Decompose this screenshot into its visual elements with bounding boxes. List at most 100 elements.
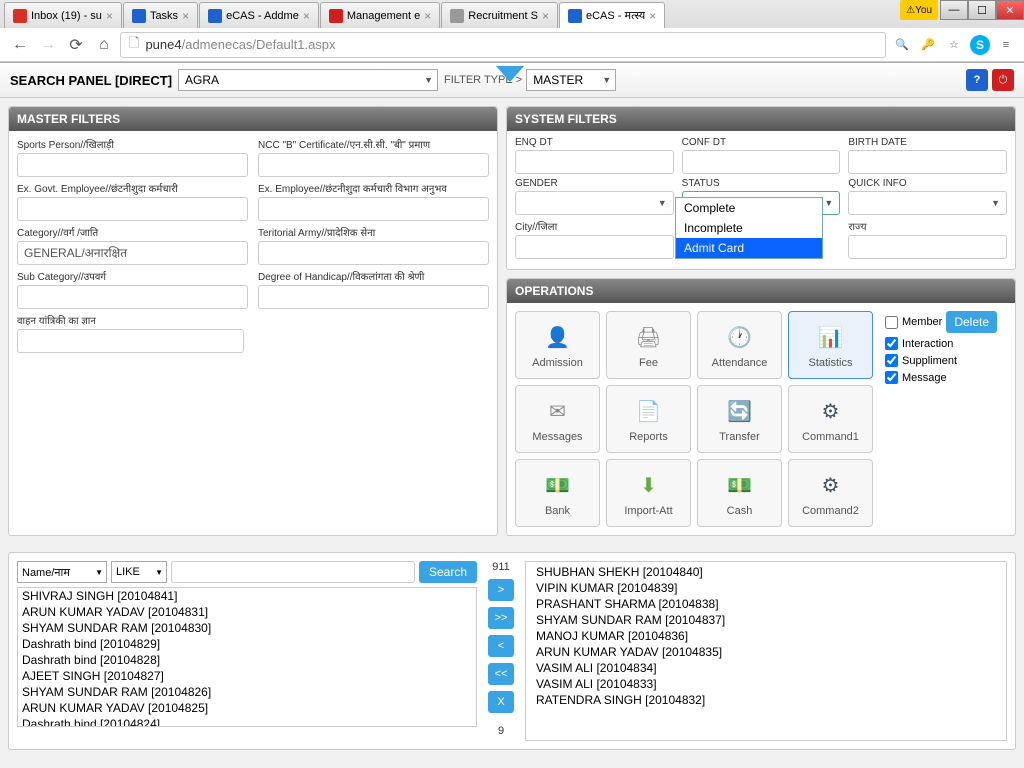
left-listbox[interactable]: SHIVRAJ SINGH [20104841]ARUN KUMAR YADAV… [17, 587, 477, 727]
home-button[interactable]: ⌂ [92, 33, 116, 57]
city-input[interactable] [515, 235, 674, 259]
list-item[interactable]: PRASHANT SHARMA [20104838] [532, 596, 1000, 612]
vehicle-input[interactable] [17, 329, 244, 353]
state-label: राज्य [848, 219, 1007, 233]
key-icon[interactable]: 🔑 [918, 35, 938, 55]
gender-select[interactable] [515, 191, 674, 215]
user-badge[interactable]: ⚠ You [900, 0, 938, 20]
exgovt-input[interactable] [17, 197, 248, 221]
suppliment-checkbox[interactable] [885, 354, 898, 367]
list-item[interactable]: VASIM ALI [20104834] [532, 660, 1000, 676]
power-button[interactable]: ⏻ [992, 69, 1014, 91]
list-item[interactable]: ARUN KUMAR YADAV [20104831] [18, 604, 476, 620]
operation-tile-fee[interactable]: 🖨Fee [606, 311, 691, 379]
operator-select[interactable]: LIKE [111, 561, 167, 583]
search-input[interactable] [171, 561, 415, 583]
quick-select[interactable] [848, 191, 1007, 215]
count-bottom: 9 [498, 725, 504, 737]
list-item[interactable]: ARUN KUMAR YADAV [20104835] [532, 644, 1000, 660]
forward-button[interactable]: → [36, 33, 60, 57]
browser-tab[interactable]: eCAS - Addme× [199, 2, 319, 28]
state-input[interactable] [848, 235, 1007, 259]
status-option[interactable]: Complete [676, 198, 822, 218]
delete-button[interactable]: Delete [946, 311, 997, 333]
close-window-button[interactable]: ✕ [996, 0, 1024, 20]
move-button[interactable]: < [488, 635, 514, 657]
skype-icon[interactable]: S [970, 35, 990, 55]
browser-tab[interactable]: Recruitment S× [441, 2, 558, 28]
filter-type-select[interactable]: MASTER [526, 69, 616, 91]
message-checkbox[interactable] [885, 371, 898, 384]
back-button[interactable]: ← [8, 33, 32, 57]
list-item[interactable]: Dashrath bind [20104828] [18, 652, 476, 668]
search-button[interactable]: Search [419, 561, 477, 583]
list-item[interactable]: SHIVRAJ SINGH [20104841] [18, 588, 476, 604]
interaction-checkbox[interactable] [885, 337, 898, 350]
operation-tile-attendance[interactable]: 🕐Attendance [697, 311, 782, 379]
field-select[interactable]: Name/नाम [17, 561, 107, 583]
operation-tile-bank[interactable]: 💵Bank [515, 459, 600, 527]
subcat-label: Sub Category//उपवर्ग [17, 269, 248, 283]
subcat-input[interactable] [17, 285, 248, 309]
operation-tile-cash[interactable]: 💵Cash [697, 459, 782, 527]
operation-tile-command2[interactable]: ⚙Command2 [788, 459, 873, 527]
status-option[interactable]: Admit Card [676, 238, 822, 258]
tab-close-icon[interactable]: × [424, 9, 431, 23]
tab-close-icon[interactable]: × [649, 9, 656, 23]
browser-tab[interactable]: eCAS - मत्स्य × [559, 2, 665, 28]
operation-tile-transfer[interactable]: 🔄Transfer [697, 385, 782, 453]
help-button[interactable]: ? [966, 69, 988, 91]
url-bar[interactable]: 🗋 pune4/admenecas/Default1.aspx [120, 32, 886, 58]
browser-tab[interactable]: Tasks× [123, 2, 198, 28]
member-checkbox[interactable] [885, 316, 898, 329]
tab-close-icon[interactable]: × [303, 9, 310, 23]
exemp-input[interactable] [258, 197, 489, 221]
reload-button[interactable]: ⟳ [64, 33, 88, 57]
ncc-input[interactable] [258, 153, 489, 177]
status-dropdown[interactable]: CompleteIncompleteAdmit Card [675, 197, 823, 259]
list-item[interactable]: MANOJ KUMAR [20104836] [532, 628, 1000, 644]
operation-tile-admission[interactable]: 👤Admission [515, 311, 600, 379]
maximize-button[interactable]: ☐ [968, 0, 996, 20]
list-item[interactable]: RATENDRA SINGH [20104832] [532, 692, 1000, 708]
operation-tile-import-att[interactable]: ⬇Import-Att [606, 459, 691, 527]
browser-tab[interactable]: Management e× [320, 2, 440, 28]
minimize-button[interactable]: — [940, 0, 968, 20]
list-item[interactable]: Dashrath bind [20104829] [18, 636, 476, 652]
operation-tile-reports[interactable]: 📄Reports [606, 385, 691, 453]
enq-input[interactable] [515, 150, 674, 174]
star-icon[interactable]: ☆ [944, 35, 964, 55]
category-input[interactable]: GENERAL/अनारक्षित [17, 241, 248, 265]
birth-input[interactable] [848, 150, 1007, 174]
territorial-input[interactable] [258, 241, 489, 265]
move-button[interactable]: << [488, 663, 514, 685]
move-button[interactable]: X [488, 691, 514, 713]
right-listbox[interactable]: SHUBHAN SHEKH [20104840]VIPIN KUMAR [201… [525, 561, 1007, 741]
list-item[interactable]: SHUBHAN SHEKH [20104840] [532, 564, 1000, 580]
move-button[interactable]: > [488, 579, 514, 601]
list-item[interactable]: ARUN KUMAR YADAV [20104825] [18, 700, 476, 716]
tab-close-icon[interactable]: × [182, 9, 189, 23]
location-select[interactable]: AGRA [178, 69, 438, 91]
list-item[interactable]: VASIM ALI [20104833] [532, 676, 1000, 692]
tab-close-icon[interactable]: × [542, 9, 549, 23]
sports-input[interactable] [17, 153, 248, 177]
list-item[interactable]: Dashrath bind [20104824] [18, 716, 476, 727]
list-item[interactable]: SHYAM SUNDAR RAM [20104837] [532, 612, 1000, 628]
tab-close-icon[interactable]: × [106, 9, 113, 23]
conf-input[interactable] [682, 150, 841, 174]
browser-tab[interactable]: Inbox (19) - su× [4, 2, 122, 28]
list-item[interactable]: VIPIN KUMAR [20104839] [532, 580, 1000, 596]
operation-tile-statistics[interactable]: 📊Statistics [788, 311, 873, 379]
handicap-input[interactable] [258, 285, 489, 309]
move-button[interactable]: >> [488, 607, 514, 629]
search-icon[interactable]: 🔍 [892, 35, 912, 55]
list-item[interactable]: SHYAM SUNDAR RAM [20104830] [18, 620, 476, 636]
operation-tile-command1[interactable]: ⚙Command1 [788, 385, 873, 453]
operation-tile-messages[interactable]: ✉Messages [515, 385, 600, 453]
list-item[interactable]: AJEET SINGH [20104827] [18, 668, 476, 684]
menu-icon[interactable]: ≡ [996, 35, 1016, 55]
list-item[interactable]: SHYAM SUNDAR RAM [20104826] [18, 684, 476, 700]
status-option[interactable]: Incomplete [676, 218, 822, 238]
birth-label: BIRTH DATE [848, 137, 1007, 148]
